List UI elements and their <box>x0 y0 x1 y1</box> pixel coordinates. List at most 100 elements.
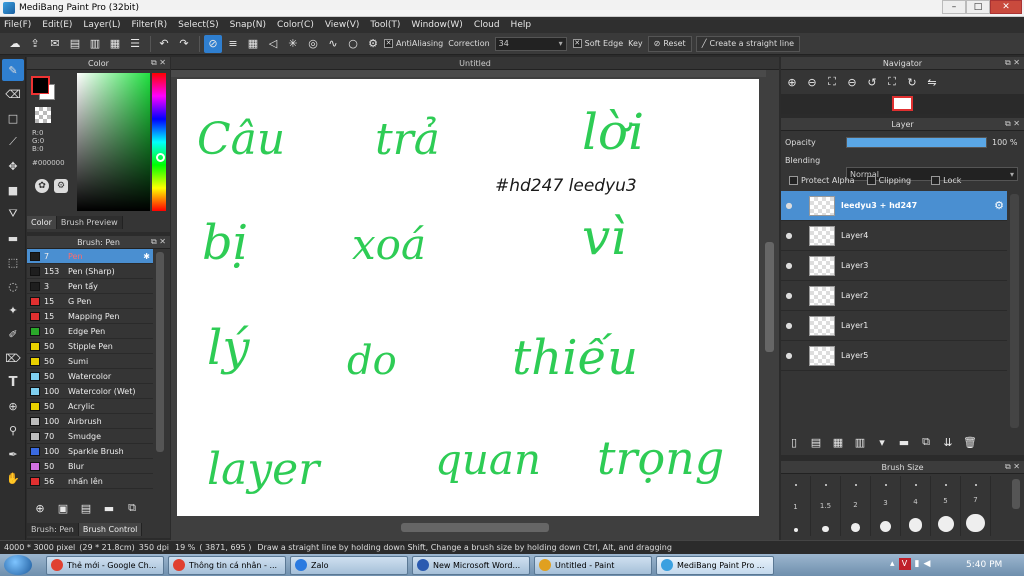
zoom-minus-icon[interactable]: ⊖ <box>843 73 861 91</box>
brush-size-cell[interactable]: 2 <box>841 476 871 536</box>
eraser-tool-icon[interactable]: ⌫ <box>2 83 24 105</box>
volume-icon[interactable]: ◀ <box>923 559 930 569</box>
brush-item[interactable]: 50 Acrylic <box>27 399 153 414</box>
tab-brush-control[interactable]: Brush Control <box>78 523 143 536</box>
curve-snap-icon[interactable]: ∿ <box>324 35 342 53</box>
folder-icon[interactable]: ▬ <box>895 433 913 451</box>
zoom-out-icon[interactable]: ⊖ <box>803 73 821 91</box>
brush-settings-icon[interactable]: ▤ <box>77 499 95 517</box>
straight-line-button[interactable]: ╱ Create a straight line <box>695 35 801 52</box>
panel-options-icon[interactable]: ⧉ ✕ <box>1005 58 1020 68</box>
taskbar-button[interactable]: Thẻ mới - Google Ch... <box>46 555 164 575</box>
circle-snap-icon[interactable]: ◎ <box>304 35 322 53</box>
maximize-button[interactable]: □ <box>966 0 990 14</box>
lock-checkbox[interactable] <box>931 176 941 185</box>
new-8bit-layer-icon[interactable]: ▦ <box>829 433 847 451</box>
panel-options-icon[interactable]: ⧉ ✕ <box>1005 462 1020 472</box>
layer-menu-icon[interactable]: ▾ <box>873 433 891 451</box>
opacity-slider[interactable] <box>846 137 987 148</box>
eye-icon[interactable]: ● <box>781 351 797 360</box>
select-pen-tool-icon[interactable]: ✐ <box>2 323 24 345</box>
antialiasing-checkbox[interactable]: ✕ <box>384 39 393 48</box>
brush-size-cell[interactable]: 1 <box>781 476 811 536</box>
tray-app-icon[interactable]: V <box>898 558 911 570</box>
fullscreen-icon[interactable]: ⛶ <box>883 73 901 91</box>
comment-icon[interactable]: ✉ <box>46 35 64 53</box>
close-button[interactable]: ✕ <box>990 0 1022 14</box>
brush-size-cell[interactable]: 7 <box>961 476 991 536</box>
redo-icon[interactable]: ↷ <box>175 35 193 53</box>
hue-slider-handle[interactable] <box>156 153 165 162</box>
new-halftone-layer-icon[interactable]: ▤ <box>807 433 825 451</box>
list-icon[interactable]: ☰ <box>126 35 144 53</box>
merge-layer-icon[interactable]: ⇊ <box>939 433 957 451</box>
transparent-color-swatch[interactable] <box>35 107 51 123</box>
correction-select[interactable]: 34 ▾ <box>494 36 567 51</box>
menu-select[interactable]: Select(S) <box>178 20 219 30</box>
network-icon[interactable]: ▮ <box>915 559 920 569</box>
fit-icon[interactable]: ⛶ <box>823 73 841 91</box>
brush-item[interactable]: 100 Sparkle Brush <box>27 444 153 459</box>
taskbar-button[interactable]: Untitled - Paint <box>534 555 652 575</box>
select-eraser-tool-icon[interactable]: ⌦ <box>2 347 24 369</box>
eye-icon[interactable]: ● <box>781 321 797 330</box>
brush-size-scrollbar[interactable] <box>1012 479 1020 509</box>
hue-slider[interactable] <box>152 73 166 211</box>
brush-size-cell[interactable]: 1.5 <box>811 476 841 536</box>
shape-tool-icon[interactable]: □ <box>2 107 24 129</box>
menu-edit[interactable]: Edit(E) <box>42 20 72 30</box>
brush-item[interactable]: 15 G Pen <box>27 294 153 309</box>
brush-item[interactable]: 153 Pen (Sharp) <box>27 264 153 279</box>
layer-row[interactable]: ● Layer1 <box>781 311 1007 341</box>
protect-alpha-checkbox[interactable] <box>789 176 798 185</box>
taskbar-button[interactable]: MediBang Paint Pro ... <box>656 555 774 575</box>
brush-item[interactable]: 100 Watercolor (Wet) <box>27 384 153 399</box>
operation-tool-icon[interactable]: ⊕ <box>2 395 24 417</box>
flip-icon[interactable]: ⇋ <box>923 73 941 91</box>
cloud-icon[interactable]: ☁ <box>6 35 24 53</box>
grid-icon[interactable]: ▦ <box>106 35 124 53</box>
brush-size-cell[interactable]: 4 <box>901 476 931 536</box>
panel-options-icon[interactable]: ⧉ ✕ <box>1005 119 1020 129</box>
layer-row[interactable]: ● Layer3 <box>781 251 1007 281</box>
text-tool-icon[interactable]: T <box>2 371 24 393</box>
vanish-snap-icon[interactable]: ◁ <box>264 35 282 53</box>
menu-file[interactable]: File(F) <box>4 20 31 30</box>
new-1bit-layer-icon[interactable]: ▥ <box>851 433 869 451</box>
menu-filter[interactable]: Filter(R) <box>132 20 168 30</box>
hand-tool-icon[interactable]: ✋ <box>2 467 24 489</box>
brush-size-cell[interactable]: 5 <box>931 476 961 536</box>
brush-item[interactable]: 50 Watercolor <box>27 369 153 384</box>
brush-item[interactable]: 3 Pen tẩy <box>27 279 153 294</box>
add-brush-icon[interactable]: ⊕ <box>31 499 49 517</box>
layer-row[interactable]: ● Layer4 <box>781 221 1007 251</box>
duplicate-layer-icon[interactable]: ⧉ <box>917 433 935 451</box>
start-button[interactable] <box>4 555 32 575</box>
layer-row[interactable]: ● Layer5 <box>781 341 1007 371</box>
vertical-scrollbar[interactable] <box>765 242 774 352</box>
minimize-button[interactable]: – <box>942 0 966 14</box>
folder-icon[interactable]: ▬ <box>100 499 118 517</box>
document-canvas[interactable]: Câu trả lời #hd247 leedyu3 bị xoá vì lý … <box>177 79 759 516</box>
navigator-viewport[interactable] <box>892 96 913 111</box>
brush-item[interactable]: 50 Blur <box>27 459 153 474</box>
clipping-checkbox[interactable] <box>866 176 876 185</box>
soft-edge-checkbox[interactable]: ✕ <box>572 39 582 48</box>
gear-icon[interactable]: ⚙ <box>994 199 1004 212</box>
menu-help[interactable]: Help <box>511 20 532 30</box>
brush-item[interactable]: 10 Edge Pen <box>27 324 153 339</box>
gradient-tool-icon[interactable]: ▬ <box>2 227 24 249</box>
palette-icon[interactable]: ✿ <box>35 179 49 193</box>
ellipse-snap-icon[interactable]: ○ <box>344 35 362 53</box>
new-layer-icon[interactable]: ▯ <box>785 433 803 451</box>
tab-color[interactable]: Color <box>27 216 57 229</box>
clock[interactable]: 5:40 PM <box>966 560 1002 570</box>
navigator-preview[interactable] <box>781 94 1024 114</box>
panel-options-icon[interactable]: ⧉ ✕ <box>151 58 166 68</box>
rotate-left-icon[interactable]: ↺ <box>863 73 881 91</box>
horizontal-scrollbar[interactable] <box>401 523 549 532</box>
layer-row[interactable]: ● Layer2 <box>781 281 1007 311</box>
eyedropper-tool-icon[interactable]: ⚲ <box>2 419 24 441</box>
layer-row[interactable]: ● leedyu3 + hd247 ⚙ <box>781 191 1007 221</box>
share-icon[interactable]: ⇪ <box>26 35 44 53</box>
